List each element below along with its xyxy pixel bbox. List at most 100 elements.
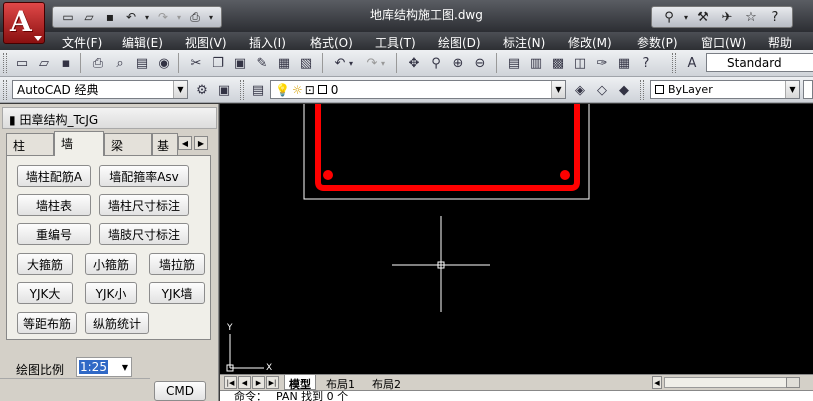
menu-modify[interactable]: 修改(M)	[568, 34, 612, 51]
horizontal-scrollbar[interactable]	[664, 377, 794, 388]
zoom-previous-icon[interactable]: ⊖	[470, 53, 490, 73]
next-tab-icon[interactable]: ▶	[252, 376, 265, 389]
wall-column-dimension-button[interactable]: 墙柱尺寸标注	[99, 194, 189, 216]
workspace-settings-icon[interactable]: ⚙	[192, 80, 212, 100]
scale-dropdown[interactable]: 1:25 ▼	[76, 357, 132, 377]
wrench-icon[interactable]: ⚒	[692, 8, 714, 26]
binoculars-icon[interactable]: ⚲	[658, 8, 680, 26]
menu-window[interactable]: 窗口(W)	[701, 34, 746, 51]
save-icon[interactable]: ▪	[101, 9, 119, 25]
menu-file[interactable]: 文件(F)	[62, 34, 102, 51]
last-tab-icon[interactable]: ▶|	[266, 376, 279, 389]
redo-dropdown-icon[interactable]: ▾	[175, 9, 183, 25]
cmd-button[interactable]: CMD	[154, 381, 206, 401]
customize-dropdown-icon[interactable]: ▾	[207, 9, 215, 25]
first-tab-icon[interactable]: |◀	[224, 376, 237, 389]
open-folder-icon[interactable]: ▱	[80, 9, 98, 25]
quickcalc-icon[interactable]: ▦	[614, 53, 634, 73]
menu-draw[interactable]: 绘图(D)	[438, 34, 481, 51]
undo-dropdown-icon[interactable]: ▾	[143, 9, 151, 25]
zoom-realtime-icon[interactable]: ⚲	[426, 53, 446, 73]
print-icon[interactable]: ⎙	[186, 9, 204, 25]
undo-dropdown-icon[interactable]: ▾	[346, 53, 356, 73]
wall-limb-dimension-button[interactable]: 墙肢尺寸标注	[99, 223, 189, 245]
drawing-canvas[interactable]: Y X	[220, 101, 813, 374]
tab-scroll-left-icon[interactable]: ◀	[178, 136, 192, 150]
large-stirrup-button[interactable]: 大箍筋	[17, 253, 73, 275]
yjk-large-button[interactable]: YJK大	[17, 282, 73, 304]
layer-dropdown[interactable]: 💡 ☼ ⊡ 0 ▼	[270, 80, 566, 99]
toolbar-grip[interactable]	[3, 53, 7, 73]
zoom-window-icon[interactable]: ⊕	[448, 53, 468, 73]
plot-preview-icon[interactable]: ⌕	[110, 53, 130, 73]
menu-edit[interactable]: 编辑(E)	[122, 34, 163, 51]
application-menu-button[interactable]: A	[3, 2, 45, 44]
toolbar-grip[interactable]	[3, 80, 7, 100]
command-line[interactable]: 命令： _PAN 找到 0 个	[220, 390, 813, 401]
menu-format[interactable]: 格式(O)	[310, 34, 353, 51]
tab-wall[interactable]: 墙	[54, 131, 104, 156]
tab-layout2[interactable]: 布局2	[368, 375, 405, 391]
toolbar-grip[interactable]	[640, 80, 644, 100]
3d-dwf-icon[interactable]: ◉	[154, 53, 174, 73]
menu-help[interactable]: 帮助	[768, 34, 792, 51]
menu-insert[interactable]: 插入(I)	[249, 34, 286, 51]
layer-properties-icon[interactable]: ▤	[248, 80, 268, 100]
wall-column-rebar-button[interactable]: 墙柱配筋A	[17, 165, 91, 187]
paste-icon[interactable]: ▣	[230, 53, 250, 73]
menu-parametric[interactable]: 参数(P)	[637, 34, 678, 51]
undo-icon[interactable]: ↶	[122, 9, 140, 25]
make-current-layer-icon[interactable]: ◈	[570, 80, 590, 100]
favorites-star-icon[interactable]: ☆	[740, 8, 762, 26]
tab-beam[interactable]: 梁	[104, 133, 152, 155]
workspace-save-icon[interactable]: ▣	[214, 80, 234, 100]
color-dropdown[interactable]: ByLayer ▼	[650, 80, 800, 99]
tool-palettes-icon[interactable]: ▩	[548, 53, 568, 73]
save-icon[interactable]: ▪	[56, 53, 76, 73]
copy-icon[interactable]: ❐	[208, 53, 228, 73]
redo-icon[interactable]: ↷	[154, 9, 172, 25]
communication-icon[interactable]: ✈	[716, 8, 738, 26]
layer-previous-icon[interactable]: ◇	[592, 80, 612, 100]
tab-scroll-right-icon[interactable]: ▶	[194, 136, 208, 150]
plot-icon[interactable]: ⎙	[88, 53, 108, 73]
menu-view[interactable]: 视图(V)	[185, 34, 227, 51]
text-style-dropdown[interactable]: Standard	[706, 53, 813, 72]
redo-dropdown-icon[interactable]: ▾	[378, 53, 388, 73]
equal-spacing-rebar-button[interactable]: 等距布筋	[17, 312, 77, 334]
yjk-small-button[interactable]: YJK小	[85, 282, 137, 304]
menu-dimension[interactable]: 标注(N)	[503, 34, 545, 51]
properties-icon[interactable]: ▤	[504, 53, 524, 73]
layer-states-icon[interactable]: ◆	[614, 80, 634, 100]
tab-layout1[interactable]: 布局1	[322, 375, 359, 391]
menu-tools[interactable]: 工具(T)	[375, 34, 416, 51]
toolbar-grip[interactable]	[672, 53, 676, 73]
wall-tie-button[interactable]: 墙拉筋	[149, 253, 205, 275]
pan-realtime-icon[interactable]: ✥	[404, 53, 424, 73]
match-properties-icon[interactable]: ✎	[252, 53, 272, 73]
yjk-wall-button[interactable]: YJK墙	[149, 282, 205, 304]
open-folder-icon[interactable]: ▱	[34, 53, 54, 73]
new-file-icon[interactable]: ▭	[12, 53, 32, 73]
sheet-set-manager-icon[interactable]: ◫	[570, 53, 590, 73]
wall-column-table-button[interactable]: 墙柱表	[17, 194, 91, 216]
help-icon[interactable]: ?	[636, 53, 656, 73]
prev-tab-icon[interactable]: ◀	[238, 376, 251, 389]
block-editor-icon[interactable]: ▦	[274, 53, 294, 73]
renumber-button[interactable]: 重编号	[17, 223, 91, 245]
new-file-icon[interactable]: ▭	[59, 9, 77, 25]
longitudinal-rebar-stats-button[interactable]: 纵筋统计	[85, 312, 149, 334]
text-style-icon[interactable]: A	[682, 53, 702, 73]
tab-column[interactable]: 柱	[6, 133, 54, 155]
scrollbar-thumb[interactable]	[786, 377, 800, 388]
paste-special-icon[interactable]: ▧	[296, 53, 316, 73]
publish-icon[interactable]: ▤	[132, 53, 152, 73]
wall-stirrup-ratio-button[interactable]: 墙配箍率Asv	[99, 165, 189, 187]
tab-model[interactable]: 模型	[284, 375, 316, 391]
workspace-dropdown[interactable]: AutoCAD 经典 ▼	[12, 80, 188, 99]
design-center-icon[interactable]: ▥	[526, 53, 546, 73]
hscroll-left-icon[interactable]: ◀	[652, 376, 662, 389]
small-stirrup-button[interactable]: 小箍筋	[85, 253, 137, 275]
linetype-dropdown[interactable]	[803, 80, 813, 99]
dropdown-icon[interactable]: ▾	[682, 8, 690, 26]
